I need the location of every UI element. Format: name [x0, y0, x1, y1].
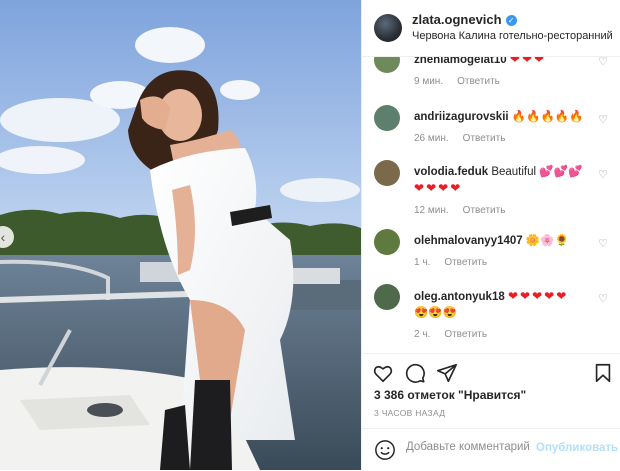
comment-body: olehmalovanyy1407 🌼🌸🌻 1 ч. Ответить: [414, 233, 589, 271]
heart-emoji: ❤: [534, 57, 545, 66]
comment-body: oleg.antonyuk18 ❤ ❤ ❤ ❤ ❤ 😍😍😍 2 ч. Ответить: [414, 288, 589, 343]
comment-username[interactable]: zhenlamogelat10: [414, 57, 507, 66]
comment-like-heart-icon[interactable]: ♡: [598, 113, 608, 126]
comments-list[interactable]: zhenlamogelat10 ❤ ❤ ❤ 9 мин. Ответить ♡ and…: [362, 57, 620, 353]
fire-emoji: 🔥: [540, 111, 555, 123]
flower-emoji: 🌸: [540, 235, 555, 247]
hearts-emoji: 💕: [567, 166, 583, 178]
heart-emoji: ❤: [414, 181, 425, 195]
author-username[interactable]: zlata.ognevich: [412, 12, 502, 27]
heart-emoji: ❤: [532, 289, 543, 303]
comment-username[interactable]: volodia.feduk: [414, 166, 488, 178]
heart-emoji: ❤: [521, 57, 532, 66]
author-avatar[interactable]: [374, 14, 402, 42]
comment-time: 2 ч.: [414, 329, 431, 340]
heart-emoji: ❤: [556, 289, 567, 303]
heart-eyes-emoji: 😍: [414, 307, 429, 319]
heart-eyes-emoji: 😍: [442, 307, 457, 319]
comment-meta: 2 ч. Ответить: [414, 327, 589, 343]
flower-emoji: 🌻: [554, 235, 569, 247]
fire-emoji: 🔥: [526, 111, 541, 123]
commenter-avatar[interactable]: [374, 57, 400, 73]
comment-meta: 9 мин. Ответить: [414, 74, 589, 90]
heart-emoji: ❤: [450, 181, 461, 195]
comment-like-heart-icon[interactable]: ♡: [598, 237, 608, 250]
publish-button[interactable]: Опубликовать: [536, 442, 618, 454]
action-bar: [362, 353, 620, 390]
flower-emoji: 🌼: [525, 235, 541, 247]
photo-image: [0, 0, 361, 470]
comment-time: 1 ч.: [414, 257, 431, 268]
heart-emoji: ❤: [426, 181, 437, 195]
comment-like-heart-icon[interactable]: ♡: [598, 292, 608, 305]
comment-input[interactable]: [406, 441, 531, 453]
bookmark-icon[interactable]: [592, 362, 614, 384]
comment-time: 26 мин.: [414, 133, 449, 144]
commenter-avatar[interactable]: [374, 105, 400, 131]
comment-meta: 26 мин. Ответить: [414, 131, 589, 147]
comment-body: volodia.feduk Beautiful 💕💕💕 ❤ ❤ ❤ ❤ 12 мин.…: [414, 164, 589, 219]
verified-badge-icon: ✓: [505, 15, 517, 26]
comment-like-heart-icon[interactable]: ♡: [598, 57, 608, 68]
heart-emoji: ❤: [509, 57, 520, 66]
comment-body: zhenlamogelat10 ❤ ❤ ❤ 9 мин. Ответить: [414, 57, 589, 90]
commenter-avatar[interactable]: [374, 284, 400, 310]
comment-username[interactable]: oleg.antonyuk18: [414, 291, 505, 303]
chevron-left-icon: ‹: [0, 229, 6, 245]
paper-plane-icon[interactable]: [436, 362, 458, 384]
reply-button[interactable]: Ответить: [444, 329, 487, 340]
comment-like-heart-icon[interactable]: ♡: [598, 168, 608, 181]
post-location[interactable]: Червона Калина готельно-ресторанний ко..…: [412, 28, 612, 44]
fire-emoji: 🔥: [511, 111, 527, 123]
comment-username[interactable]: andriizagurovskii: [414, 111, 509, 123]
fire-emoji: 🔥: [554, 111, 570, 123]
speech-bubble-icon[interactable]: [404, 362, 426, 384]
smiley-icon[interactable]: [374, 439, 396, 461]
heart-outline-icon[interactable]: [372, 362, 394, 384]
comment-username[interactable]: olehmalovanyy1407: [414, 235, 523, 247]
heart-emoji: ❤: [438, 181, 449, 195]
reply-button[interactable]: Ответить: [463, 205, 506, 216]
comment-meta: 12 мин. Ответить: [414, 203, 589, 219]
comment-text: Beautiful: [491, 166, 537, 178]
heart-emoji: ❤: [520, 289, 531, 303]
heart-emoji: ❤: [544, 289, 555, 303]
heart-emoji: ❤: [507, 289, 519, 303]
add-comment-bar: Опубликовать: [362, 428, 620, 471]
commenter-avatar[interactable]: [374, 229, 400, 255]
reply-button[interactable]: Ответить: [463, 133, 506, 144]
comment-time: 9 мин.: [414, 76, 444, 87]
post-header: zlata.ognevich ✓ Червона Калина готельно-…: [362, 0, 620, 57]
heart-eyes-emoji: 😍: [428, 307, 443, 319]
fire-emoji: 🔥: [569, 111, 584, 123]
comment-meta: 1 ч. Ответить: [414, 255, 589, 271]
commenter-avatar[interactable]: [374, 160, 400, 186]
post-time[interactable]: 3 ЧАСОВ НАЗАД: [374, 408, 445, 418]
comment-time: 12 мин.: [414, 205, 449, 216]
reply-button[interactable]: Ответить: [444, 257, 487, 268]
header-text: zlata.ognevich ✓ Червона Калина готельно-…: [412, 12, 612, 44]
post-photo[interactable]: ‹: [0, 0, 361, 470]
post-panel: zlata.ognevich ✓ Червона Калина готельно-…: [361, 0, 620, 470]
comment-body: andriizagurovskii 🔥🔥🔥🔥🔥 26 мин. Ответить: [414, 109, 589, 147]
hearts-emoji: 💕: [553, 166, 568, 178]
reply-button[interactable]: Ответить: [457, 76, 500, 87]
likes-count[interactable]: 3 386 отметок "Нравится": [374, 388, 526, 402]
hearts-emoji: 💕: [539, 166, 554, 178]
